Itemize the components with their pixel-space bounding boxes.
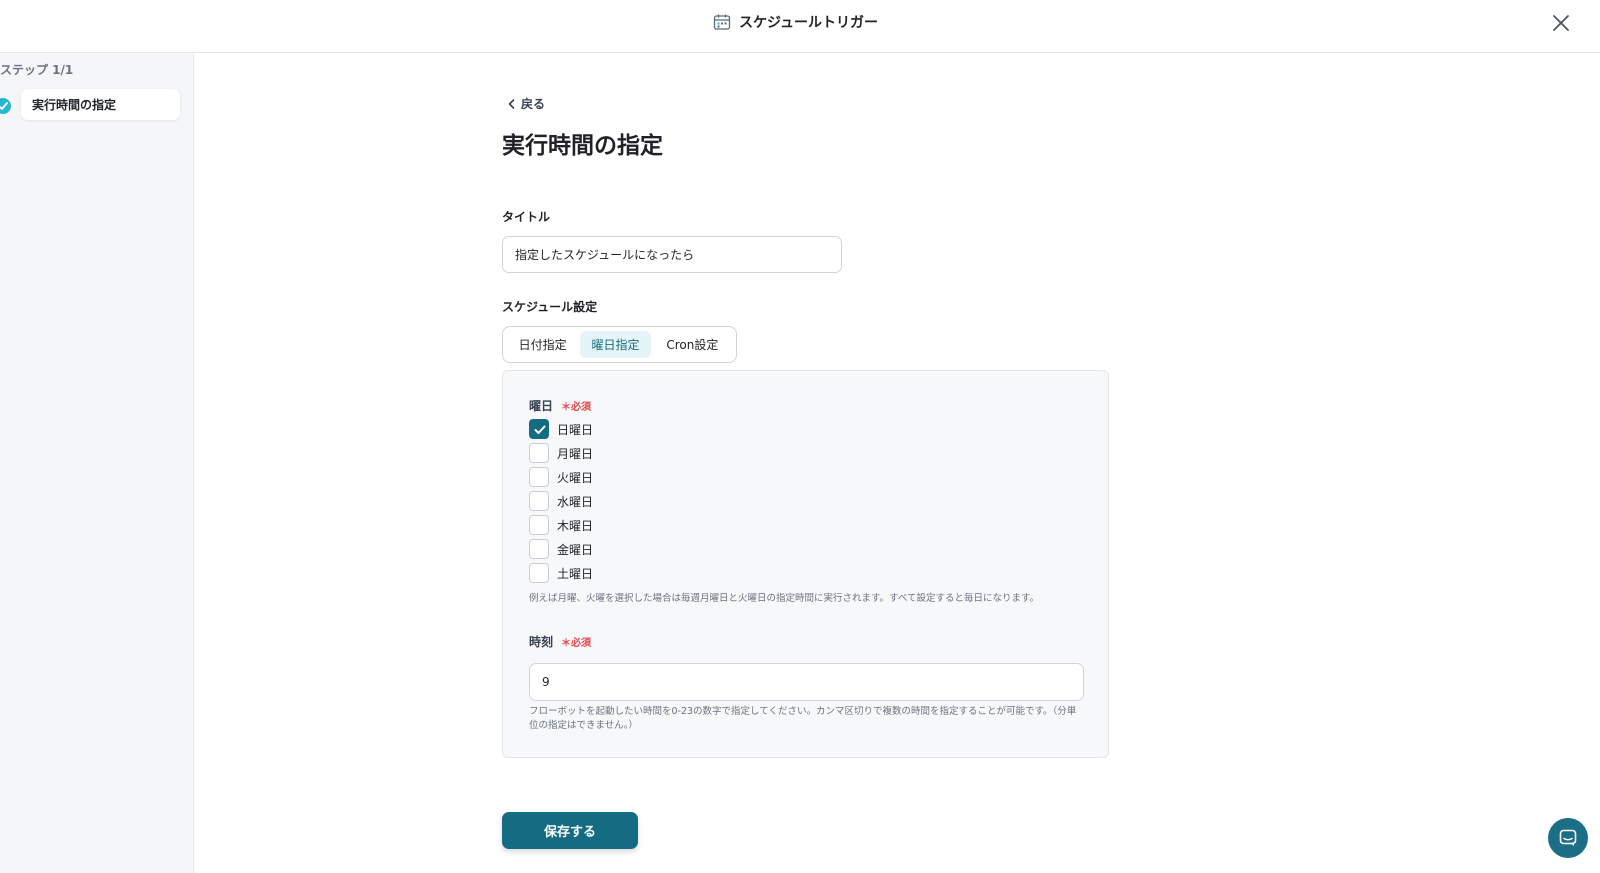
title-field-label: タイトル <box>502 210 551 224</box>
weekday-label-group: 曜日 ＊必須 <box>529 397 591 414</box>
checkbox-label: 月曜日 <box>557 446 594 461</box>
checkbox-label: 金曜日 <box>557 542 594 557</box>
checkbox-friday[interactable]: 金曜日 <box>529 539 593 559</box>
weekday-label: 曜日 <box>529 399 554 413</box>
tab-cron[interactable]: Cron設定 <box>653 331 732 358</box>
chevron-left-icon <box>508 98 515 109</box>
tab-date[interactable]: 日付指定 <box>507 331 578 358</box>
checkbox[interactable] <box>529 419 549 439</box>
weekday-settings-panel: 曜日 ＊必須 日曜日 月曜日 火曜日 水曜日 木曜日 金曜日 土曜日 例えば月曜… <box>502 370 1109 758</box>
checkbox-label: 火曜日 <box>557 470 594 485</box>
checkbox-label: 日曜日 <box>557 422 594 437</box>
back-link[interactable]: 戻る <box>508 95 545 112</box>
checkbox[interactable] <box>529 539 549 559</box>
time-hint: フローボットを起動したい時間を0-23の数字で指定してください。カンマ区切りで複… <box>529 706 1077 731</box>
header-title-group: スケジュールトリガー <box>713 11 878 33</box>
checkbox[interactable] <box>529 515 549 535</box>
checkbox[interactable] <box>529 443 549 463</box>
checkbox-monday[interactable]: 月曜日 <box>529 443 593 463</box>
checkbox[interactable] <box>529 467 549 487</box>
checkbox[interactable] <box>529 563 549 583</box>
checkbox-thursday[interactable]: 木曜日 <box>529 515 593 535</box>
header-title: スケジュールトリガー <box>739 15 879 31</box>
step-counter: ステップ 1/1 <box>0 63 74 77</box>
sidebar-item-execution-time[interactable]: 実行時間の指定 <box>21 89 180 120</box>
checkbox[interactable] <box>529 491 549 511</box>
required-badge: ＊必須 <box>561 402 592 413</box>
schedule-tabs: 日付指定 曜日指定 Cron設定 <box>502 326 737 363</box>
back-label: 戻る <box>521 97 546 111</box>
weekday-hint: 例えば月曜、火曜を選択した場合は毎週月曜日と火曜日の指定時間に実行されます。すべ… <box>529 593 1040 604</box>
tab-weekday[interactable]: 曜日指定 <box>580 331 651 358</box>
step-sidebar: ステップ 1/1 実行時間の指定 <box>0 53 194 873</box>
schedule-settings-label: スケジュール設定 <box>502 300 598 314</box>
title-input[interactable] <box>502 236 842 273</box>
hour-input[interactable] <box>529 663 1084 701</box>
checkbox-tuesday[interactable]: 火曜日 <box>529 467 593 487</box>
calendar-icon <box>713 13 731 31</box>
top-bar: スケジュールトリガー <box>0 0 1600 53</box>
checkbox-saturday[interactable]: 土曜日 <box>529 563 593 583</box>
checkbox-sunday[interactable]: 日曜日 <box>529 419 593 439</box>
checkbox-label: 土曜日 <box>557 566 594 581</box>
chat-icon <box>1559 829 1577 846</box>
time-label: 時刻 <box>529 635 554 649</box>
checkbox-wednesday[interactable]: 水曜日 <box>529 491 593 511</box>
checkbox-label: 木曜日 <box>557 518 594 533</box>
step-completed-icon <box>0 98 11 114</box>
page-title: 実行時間の指定 <box>502 133 663 159</box>
checkbox-label: 水曜日 <box>557 494 594 509</box>
time-label-group: 時刻 ＊必須 <box>529 633 591 650</box>
save-button[interactable]: 保存する <box>502 812 638 849</box>
close-icon[interactable] <box>1550 12 1572 34</box>
required-badge: ＊必須 <box>561 638 592 649</box>
chat-support-button[interactable] <box>1548 818 1588 858</box>
